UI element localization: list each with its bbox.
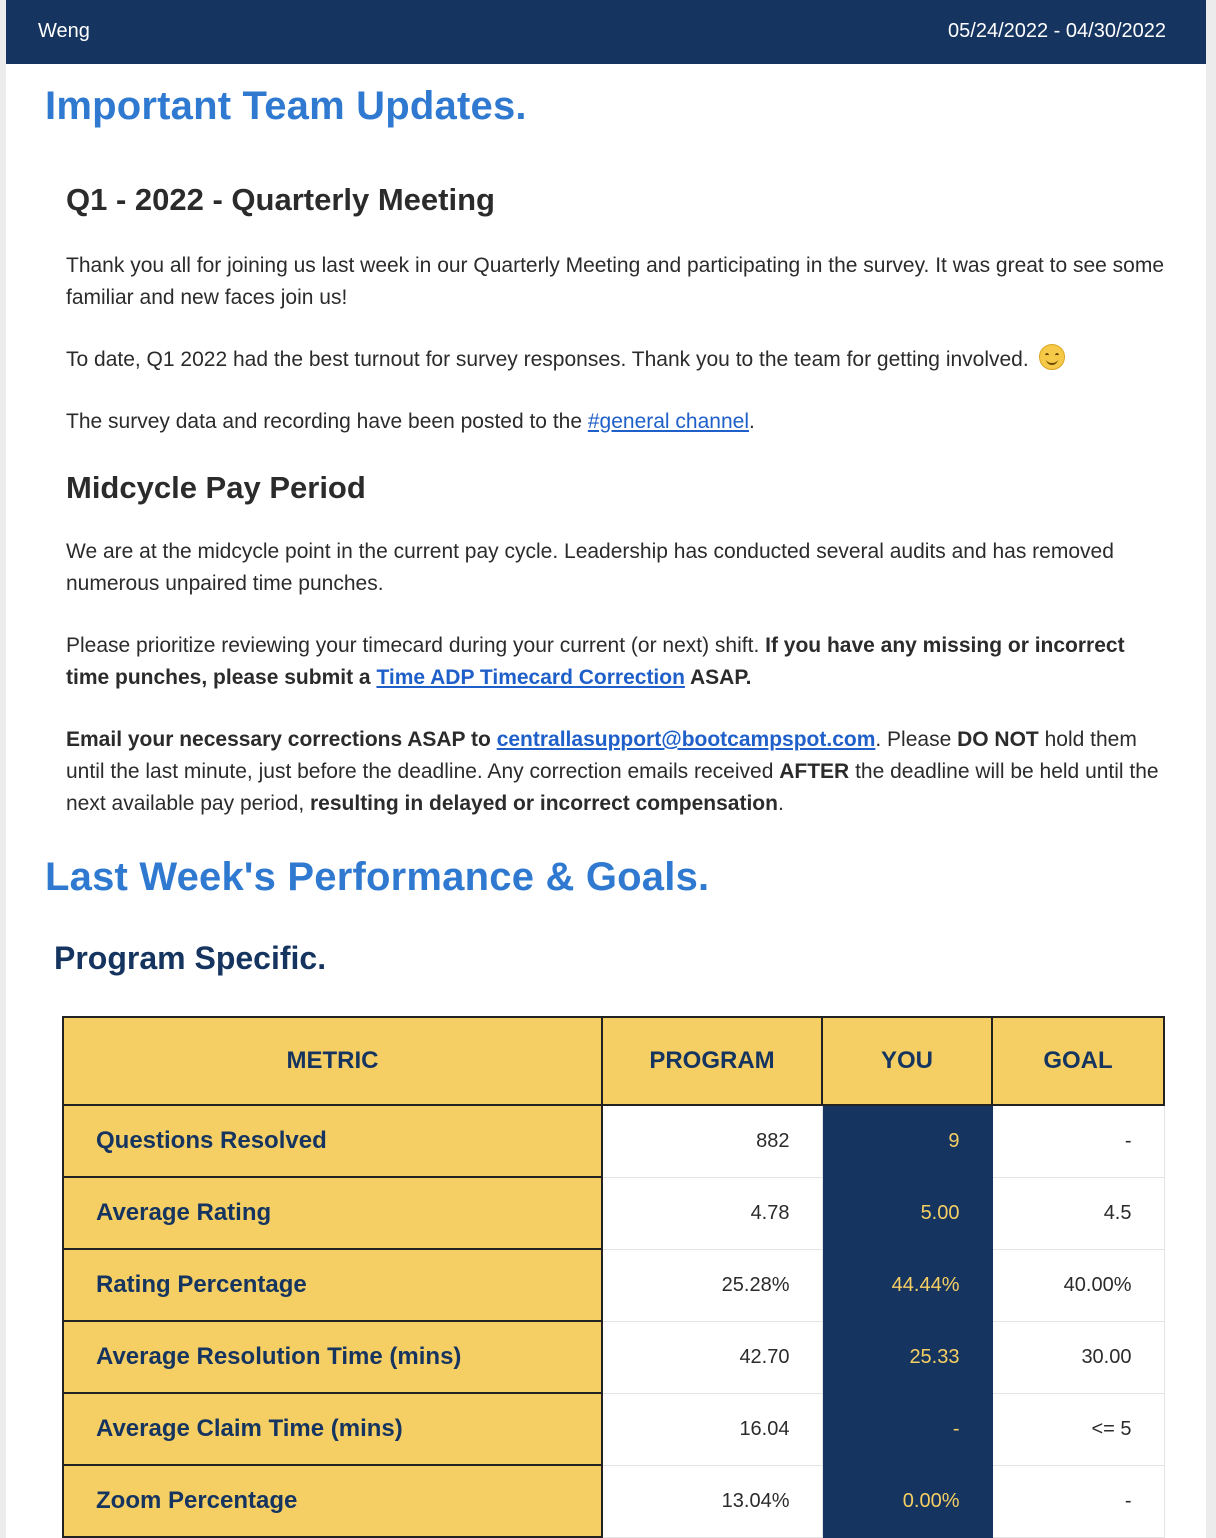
- goal-value: 40.00%: [991, 1248, 1165, 1322]
- quarterly-paragraph-2-text: To date, Q1 2022 had the best turnout fo…: [66, 348, 1029, 371]
- recipient-name: Weng: [38, 20, 90, 42]
- column-header-goal: GOAL: [991, 1016, 1165, 1106]
- quarterly-paragraph-2: To date, Q1 2022 had the best turnout fo…: [66, 344, 1166, 376]
- column-header-you: YOU: [821, 1016, 993, 1106]
- table-row: Questions Resolved 882 9 -: [62, 1104, 1165, 1178]
- general-channel-link[interactable]: #general channel: [588, 410, 749, 433]
- email-page: Weng 05/24/2022 - 04/30/2022 Important T…: [6, 0, 1206, 1538]
- quarterly-paragraph-1: Thank you all for joining us last week i…: [66, 254, 1164, 309]
- email-corrections-bold: Email your necessary corrections ASAP to: [66, 728, 497, 751]
- table-row: Average Resolution Time (mins) 42.70 25.…: [62, 1320, 1165, 1394]
- metrics-header-row: METRIC PROGRAM YOU GOAL: [62, 1016, 1165, 1106]
- your-value: 44.44%: [821, 1248, 993, 1322]
- goal-value: 4.5: [991, 1176, 1165, 1250]
- table-row: Zoom Percentage 13.04% 0.00% -: [62, 1464, 1165, 1538]
- program-specific-heading: Program Specific.: [54, 940, 327, 976]
- after-bold: AFTER: [779, 760, 850, 783]
- metric-name: Average Rating: [62, 1176, 603, 1250]
- your-value: 9: [821, 1104, 993, 1178]
- metric-name: Rating Percentage: [62, 1248, 603, 1322]
- midcycle-paragraph-3-text-4: .: [777, 792, 784, 815]
- performance-heading: Last Week's Performance & Goals.: [45, 855, 710, 899]
- table-row: Rating Percentage 25.28% 44.44% 40.00%: [62, 1248, 1165, 1322]
- midcycle-paragraph-3: Email your necessary corrections ASAP to…: [66, 724, 1166, 820]
- goal-value: 30.00: [991, 1320, 1165, 1394]
- table-row: Average Rating 4.78 5.00 4.5: [62, 1176, 1165, 1250]
- your-value: -: [821, 1392, 993, 1466]
- smiling-face-icon: [1038, 344, 1065, 370]
- support-email-link[interactable]: centrallasupport@bootcampspot.com: [497, 728, 876, 751]
- quarterly-meeting-heading: Q1 - 2022 - Quarterly Meeting: [66, 182, 495, 217]
- goal-value: <= 5: [991, 1392, 1165, 1466]
- compensation-warning-bold: resulting in delayed or incorrect compen…: [310, 792, 778, 815]
- midcycle-paragraph-2-bold-end: ASAP.: [684, 666, 752, 689]
- goal-value: -: [991, 1464, 1165, 1538]
- midcycle-pay-heading: Midcycle Pay Period: [66, 470, 366, 505]
- metrics-table: METRIC PROGRAM YOU GOAL Questions Resolv…: [62, 1016, 1165, 1538]
- midcycle-paragraph-1: We are at the midcycle point in the curr…: [66, 540, 1114, 595]
- program-value: 4.78: [601, 1176, 823, 1250]
- program-value: 42.70: [601, 1320, 823, 1394]
- goal-value: -: [991, 1104, 1165, 1178]
- metric-name: Average Claim Time (mins): [62, 1392, 603, 1466]
- program-value: 16.04: [601, 1392, 823, 1466]
- column-header-metric: METRIC: [62, 1016, 603, 1106]
- column-header-program: PROGRAM: [601, 1016, 823, 1106]
- updates-heading: Important Team Updates.: [45, 84, 527, 128]
- program-value: 882: [601, 1104, 823, 1178]
- your-value: 25.33: [821, 1320, 993, 1394]
- quarterly-paragraph-3-text: The survey data and recording have been …: [66, 410, 588, 433]
- program-value: 25.28%: [601, 1248, 823, 1322]
- program-value: 13.04%: [601, 1464, 823, 1538]
- quarterly-paragraph-3: The survey data and recording have been …: [66, 406, 1166, 438]
- your-value: 0.00%: [821, 1464, 993, 1538]
- timecard-correction-link[interactable]: Time ADP Timecard Correction: [376, 666, 685, 689]
- table-row: Average Claim Time (mins) 16.04 - <= 5: [62, 1392, 1165, 1466]
- midcycle-paragraph-3-text-1: . Please: [875, 728, 958, 751]
- metric-name: Average Resolution Time (mins): [62, 1320, 603, 1394]
- do-not-bold: DO NOT: [957, 728, 1039, 751]
- metric-name: Zoom Percentage: [62, 1464, 603, 1538]
- midcycle-paragraph-2: Please prioritize reviewing your timecar…: [66, 630, 1166, 694]
- header-bar: Weng 05/24/2022 - 04/30/2022: [6, 0, 1206, 64]
- quarterly-paragraph-3-end: .: [749, 410, 755, 433]
- your-value: 5.00: [821, 1176, 993, 1250]
- metric-name: Questions Resolved: [62, 1104, 603, 1178]
- date-range: 05/24/2022 - 04/30/2022: [948, 20, 1166, 42]
- midcycle-paragraph-2-text: Please prioritize reviewing your timecar…: [66, 634, 766, 657]
